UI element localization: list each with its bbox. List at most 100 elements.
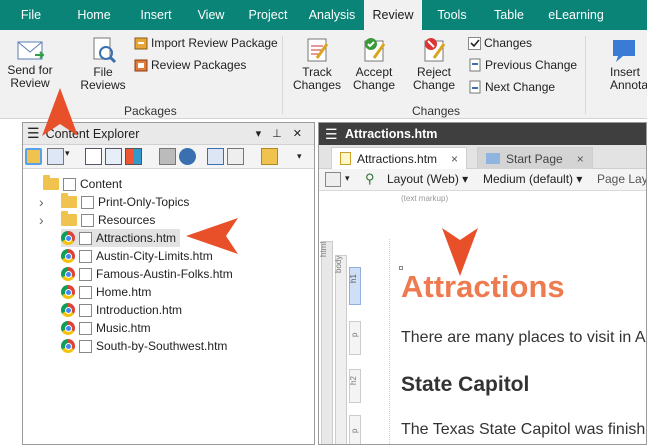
structure-tag-html: html [319, 241, 328, 257]
magnifier-icon[interactable] [325, 172, 341, 187]
heading-attractions[interactable]: Attractions [401, 269, 565, 305]
send-for-review-button[interactable]: Send for Review [4, 38, 56, 90]
close-icon[interactable]: × [451, 152, 458, 166]
tree-item-label: Attractions.htm [96, 231, 177, 245]
checkbox[interactable] [79, 303, 92, 317]
layout-icon[interactable]: ⚲ [365, 171, 375, 187]
editor-title: Attractions.htm [345, 127, 438, 141]
checkbox[interactable] [63, 177, 76, 191]
editor-tab-strip: Attractions.htm × Start Page × [319, 145, 646, 169]
structure-html-bar[interactable] [321, 241, 333, 444]
next-change-button[interactable]: Next Change [468, 80, 555, 94]
layout-dropdown[interactable]: Layout (Web) ▾ [387, 172, 468, 186]
import-review-package-button[interactable]: Import Review Package [134, 36, 278, 50]
folder-icon [61, 193, 77, 208]
tree-item-famous-austin-folks[interactable]: Famous-Austin-Folks.htm [61, 265, 233, 283]
editor-header: ☰ Attractions.htm [319, 123, 646, 145]
sort-icon[interactable] [207, 148, 224, 165]
checkbox-checked-icon [468, 36, 481, 50]
tab-view[interactable]: View [186, 0, 236, 30]
file-magnifier-icon [93, 37, 117, 64]
file-reviews-label: File Reviews [80, 65, 126, 92]
checkbox[interactable] [79, 339, 92, 353]
layout-value: Layout (Web) [387, 172, 459, 186]
tab-analysis[interactable]: Analysis [300, 0, 364, 30]
review-packages-button[interactable]: Review Packages [134, 58, 246, 72]
track-changes-button[interactable]: Track Changes [292, 36, 342, 92]
ribbon: Send for Review File Reviews Import Revi… [0, 30, 647, 119]
checkbox[interactable] [79, 267, 92, 281]
paragraph-2[interactable]: The Texas State Capitol was finish [401, 421, 645, 439]
tree-item-label: Famous-Austin-Folks.htm [96, 267, 233, 281]
add-topic-icon[interactable] [85, 148, 102, 165]
hamburger-icon[interactable]: ☰ [27, 125, 40, 142]
tree-item-print-only-topics[interactable]: › Print-Only-Topics [39, 193, 189, 211]
tree-item-attractions[interactable]: Attractions.htm [61, 229, 181, 247]
heading-state-capitol[interactable]: State Capitol [401, 373, 529, 397]
tab-tools[interactable]: Tools [422, 0, 482, 30]
tree-item-home[interactable]: Home.htm [61, 283, 151, 301]
changes-checkbox[interactable]: Changes [468, 36, 532, 50]
tab-label: Start Page [506, 151, 563, 166]
tree-item-south-by-southwest[interactable]: South-by-Southwest.htm [61, 337, 227, 355]
tree-item-resources[interactable]: › Resources [39, 211, 155, 229]
previous-change-icon [469, 58, 481, 72]
folder-view-icon[interactable] [25, 148, 42, 165]
new-folder-icon[interactable] [261, 148, 278, 165]
package-icon[interactable] [159, 148, 176, 165]
refresh-icon[interactable] [179, 148, 196, 165]
panel-options-icon[interactable]: ▾ ⊥ ✕ [256, 127, 306, 140]
page-layout-dropdown[interactable]: Page Layo [597, 172, 646, 186]
chevron-right-icon[interactable]: › [39, 194, 57, 210]
chrome-icon [61, 231, 75, 245]
search-icon[interactable] [227, 148, 244, 165]
layout-icon[interactable] [47, 148, 64, 165]
checkbox[interactable] [81, 213, 94, 227]
tab-attractions[interactable]: Attractions.htm × [331, 147, 468, 169]
review-packages-label: Review Packages [151, 58, 247, 72]
tab-insert[interactable]: Insert [126, 0, 186, 30]
tab-file[interactable]: File [0, 0, 62, 30]
tree-item-content[interactable]: Content [43, 175, 122, 193]
medium-dropdown[interactable]: Medium (default) ▾ [483, 172, 582, 186]
paragraph-1[interactable]: There are many places to visit in A [401, 329, 646, 347]
tab-elearning[interactable]: eLearning [536, 0, 616, 30]
packages-group-label: Packages [124, 104, 177, 118]
chevron-right-icon[interactable]: › [39, 212, 57, 228]
overflow-chevron-icon[interactable]: ▾ [297, 151, 307, 168]
reject-change-button[interactable]: Reject Change [408, 36, 460, 92]
structure-tag-p: p [350, 428, 359, 433]
close-icon[interactable]: × [577, 152, 584, 166]
structure-tag-h2: h2 [349, 376, 358, 385]
callout-arrow-icon [442, 228, 478, 276]
checkbox[interactable] [79, 231, 92, 245]
file-reviews-button[interactable]: File Reviews [80, 36, 126, 92]
checkbox[interactable] [79, 249, 92, 263]
checkbox[interactable] [79, 285, 92, 299]
previous-change-button[interactable]: Previous Change [468, 58, 577, 72]
checkbox[interactable] [81, 195, 94, 209]
folder-icon [61, 211, 77, 226]
chevron-down-icon[interactable]: ▾ [65, 148, 75, 165]
ribbon-separator [585, 36, 586, 114]
insert-annotation-button[interactable]: Insert Annotation [596, 36, 647, 92]
checkbox[interactable] [79, 321, 92, 335]
tab-home[interactable]: Home [62, 0, 126, 30]
chevron-down-icon[interactable]: ▾ [345, 173, 350, 184]
tab-review[interactable]: Review [364, 0, 422, 30]
tab-project[interactable]: Project [236, 0, 300, 30]
tab-table[interactable]: Table [482, 0, 536, 30]
chrome-icon [61, 285, 75, 299]
copy-icon[interactable] [105, 148, 122, 165]
tab-start-page[interactable]: Start Page × [477, 147, 593, 169]
hamburger-icon[interactable]: ☰ [325, 126, 338, 143]
tree-item-music[interactable]: Music.htm [61, 319, 151, 337]
document-icon [340, 152, 351, 165]
tree-item-introduction[interactable]: Introduction.htm [61, 301, 182, 319]
changes-checkbox-label: Changes [484, 36, 533, 50]
structure-body-bar[interactable] [335, 255, 347, 444]
grid-icon[interactable] [125, 148, 142, 165]
accept-change-button[interactable]: Accept Change [348, 36, 400, 92]
review-packages-icon [134, 59, 148, 72]
reject-change-label: Reject Change [412, 65, 456, 92]
